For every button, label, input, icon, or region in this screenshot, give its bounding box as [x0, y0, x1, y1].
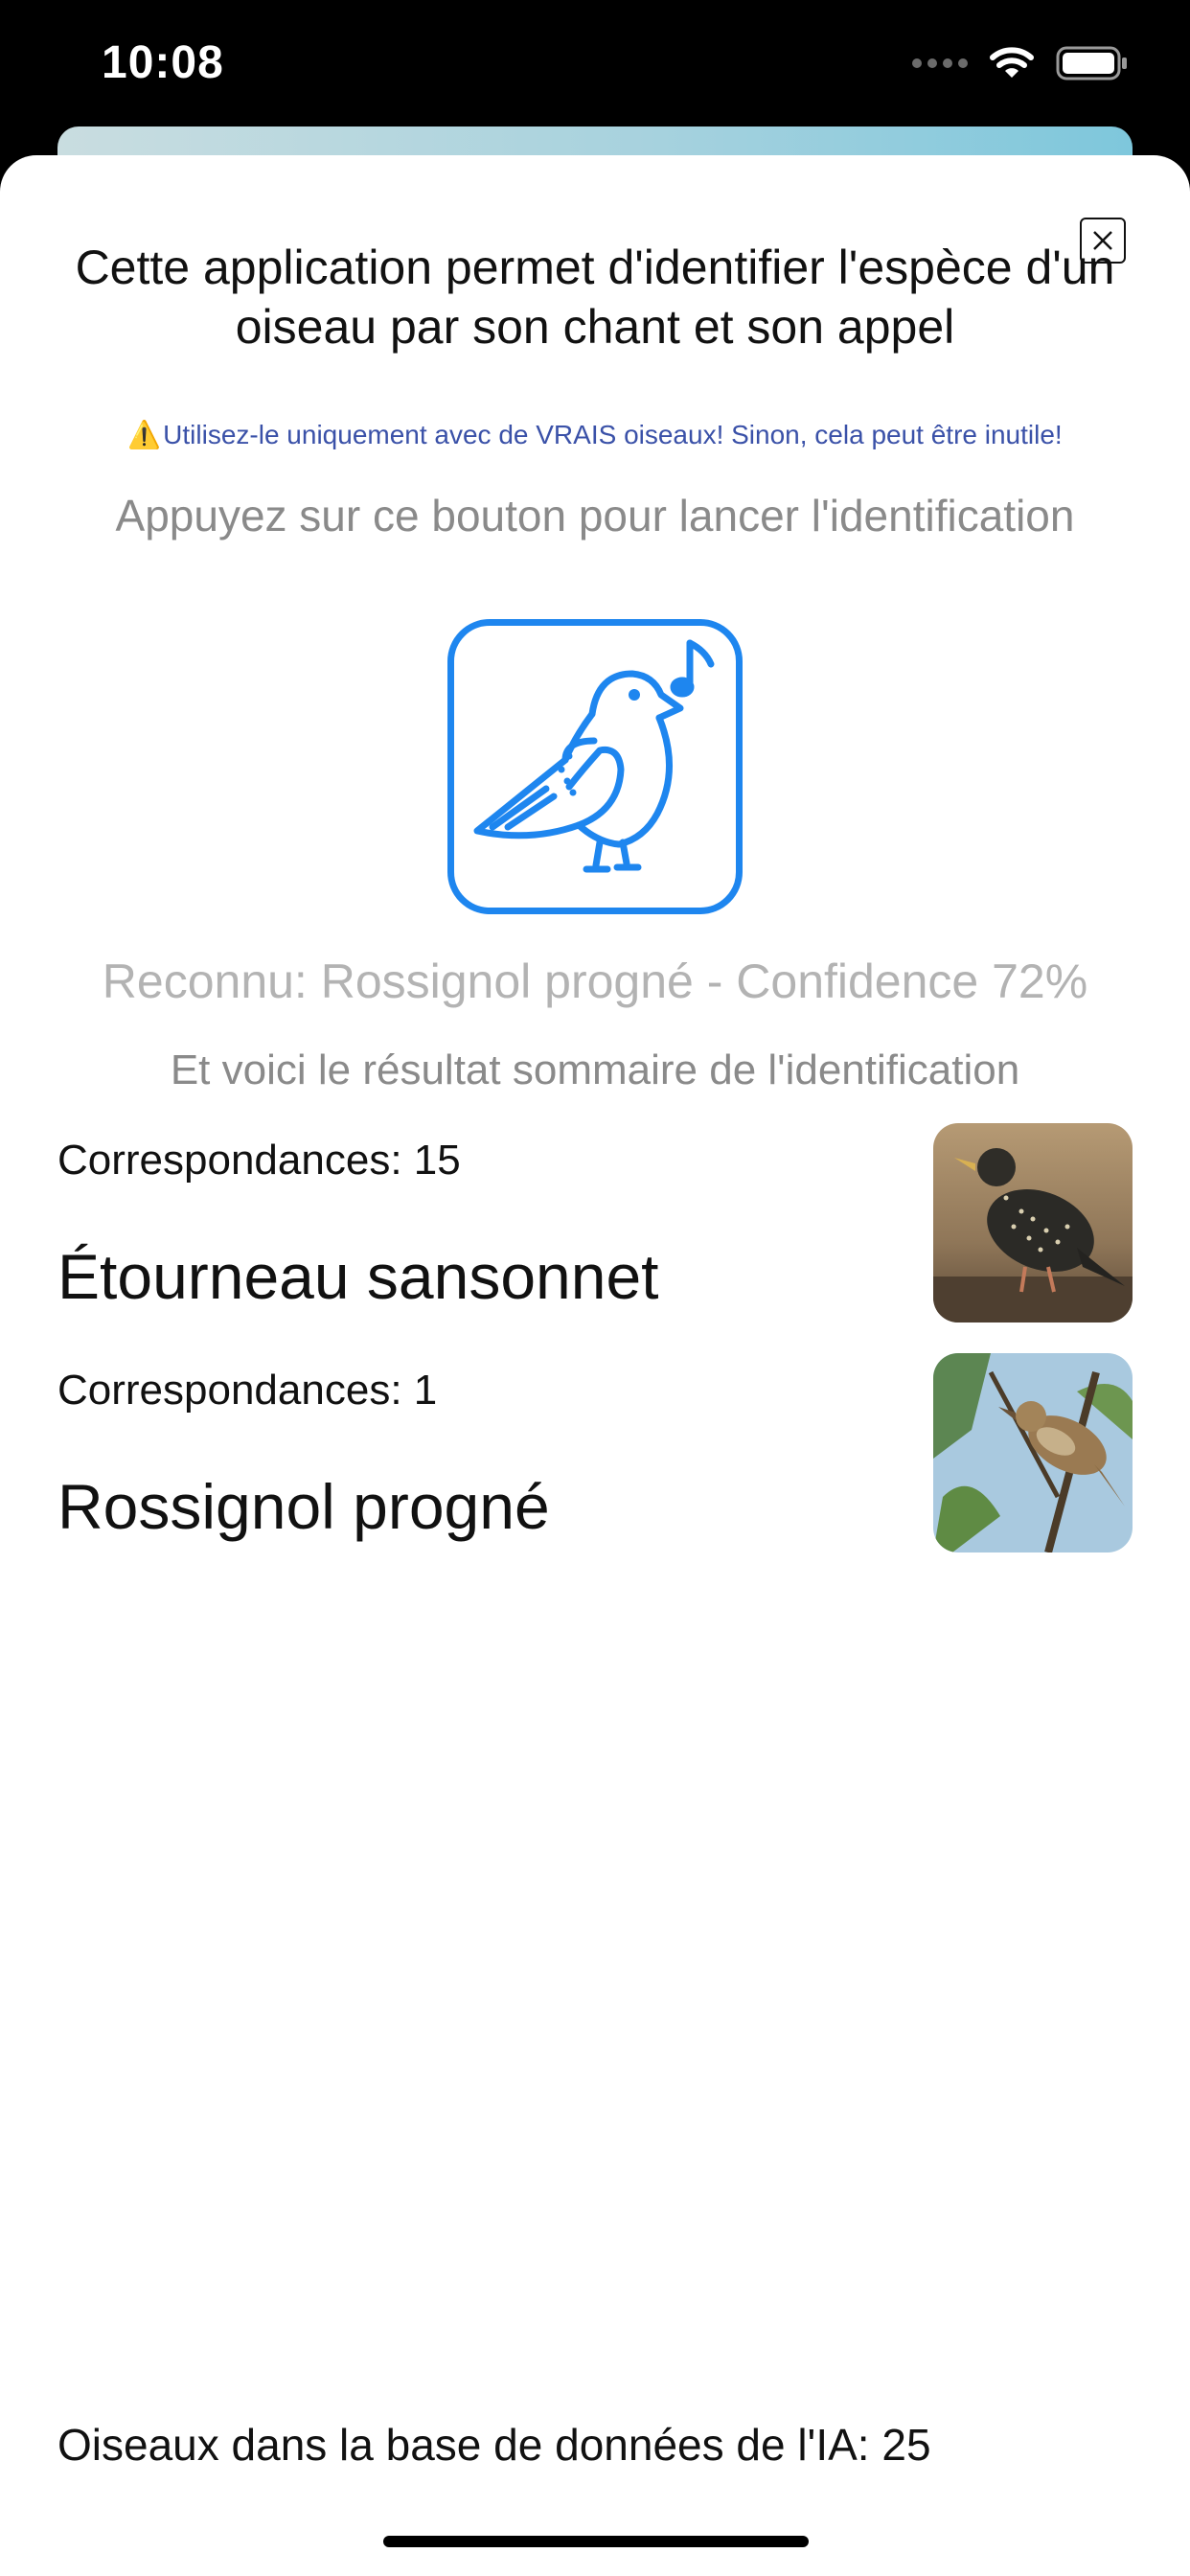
match-count: Correspondances: 15	[57, 1137, 461, 1184]
database-count: Oiseaux dans la base de données de l'IA:…	[57, 2420, 931, 2470]
species-name: Étourneau sansonnet	[57, 1241, 659, 1312]
intro-text: Cette application permet d'identifier l'…	[75, 241, 1115, 354]
recognition-result: Reconnu: Rossignol progné - Confidence 7…	[102, 954, 1088, 1008]
home-indicator[interactable]	[383, 2536, 809, 2547]
signal-icon	[912, 58, 968, 68]
wifi-icon	[990, 47, 1034, 78]
identify-button[interactable]	[447, 619, 743, 914]
status-bar: 10:08	[0, 0, 1190, 144]
result-item[interactable]: Correspondances: 1 Rossignol progné	[57, 1353, 1133, 1554]
warning-text: ⚠️Utilisez-le uniquement avec de VRAIS o…	[38, 419, 1152, 450]
battery-icon	[1056, 46, 1127, 80]
starling-photo	[933, 1123, 1133, 1322]
status-icons	[912, 44, 1129, 82]
status-time: 10:08	[102, 37, 224, 88]
singing-bird-icon	[473, 639, 715, 873]
nightingale-photo	[933, 1353, 1133, 1552]
summary-heading: Et voici le résultat sommaire de l'ident…	[170, 1046, 1020, 1093]
match-count: Correspondances: 1	[57, 1367, 438, 1414]
result-item[interactable]: Correspondances: 15 Étourneau sansonnet	[57, 1123, 1133, 1324]
species-name: Rossignol progné	[57, 1471, 550, 1542]
warning-icon: ⚠️	[127, 420, 162, 449]
identify-prompt: Appuyez sur ce bouton pour lancer l'iden…	[115, 491, 1075, 540]
warning-label: Utilisez-le uniquement avec de VRAIS ois…	[163, 420, 1063, 449]
